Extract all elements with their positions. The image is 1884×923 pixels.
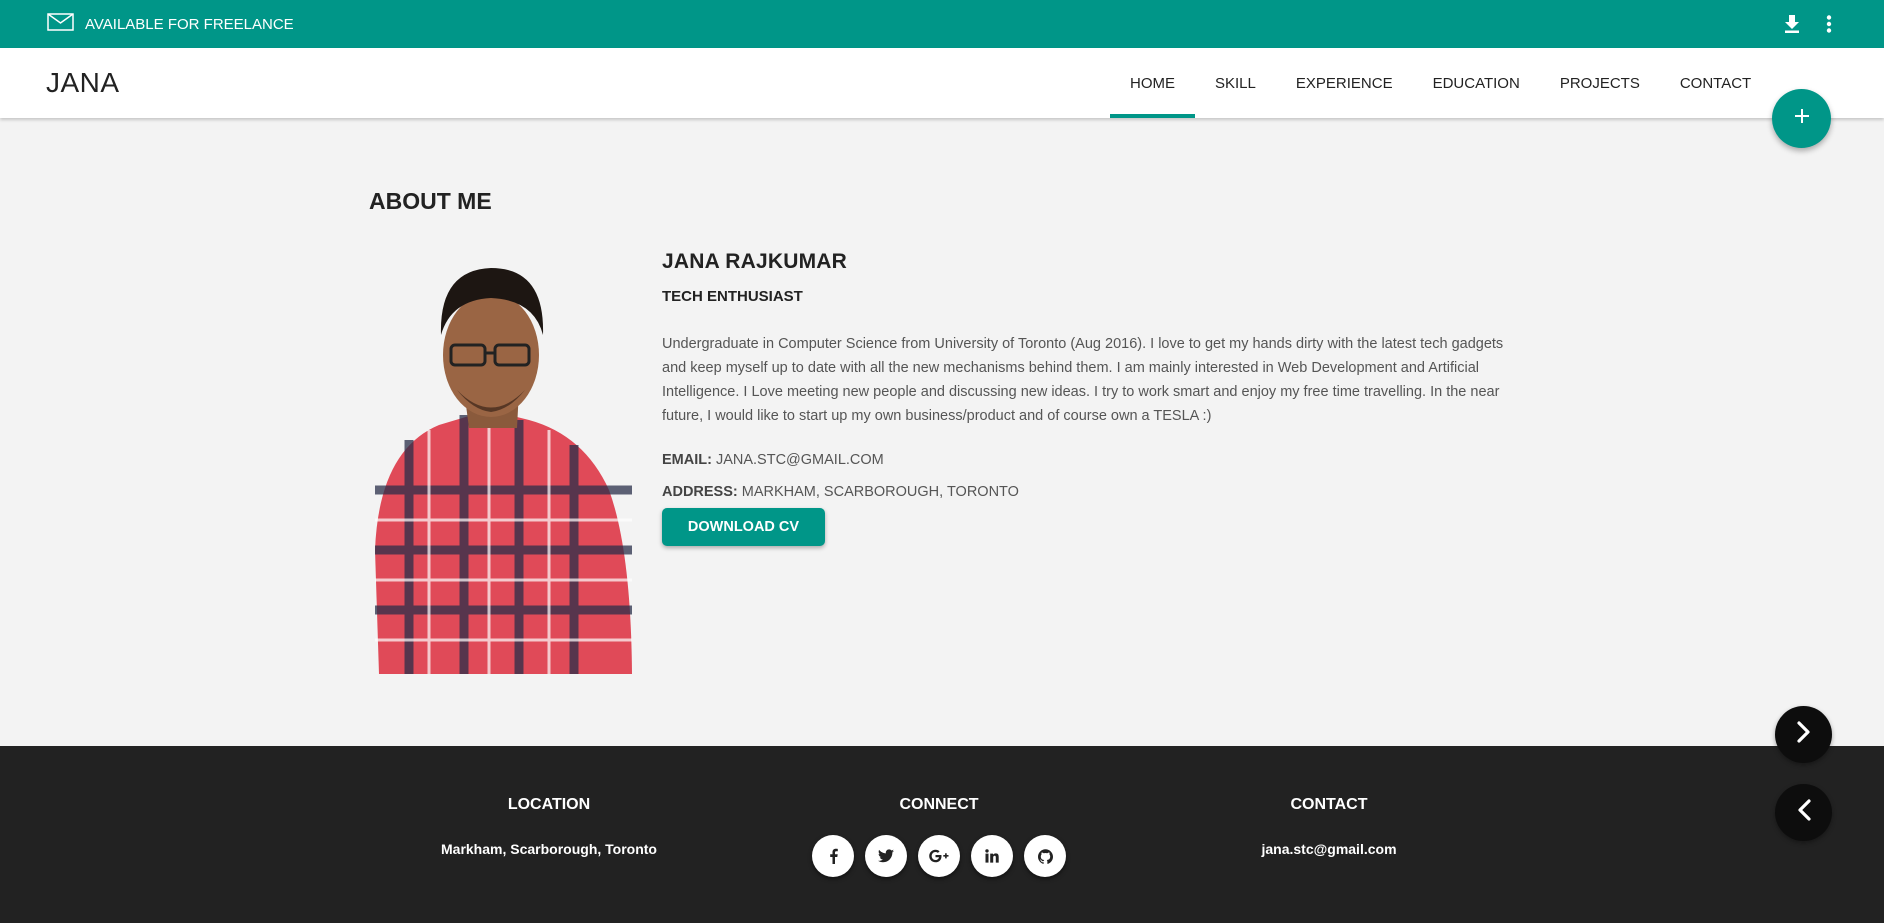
- address-value: MARKHAM, SCARBOROUGH, TORONTO: [741, 484, 1019, 500]
- section-title: ABOUT ME: [369, 188, 492, 214]
- chevron-left-icon: [1797, 799, 1811, 826]
- brand-logo[interactable]: JANA: [46, 48, 120, 118]
- about-info: JANA RAJKUMAR TECH ENTHUSIAST Undergradu…: [662, 250, 1518, 546]
- footer-location-value: Markham, Scarborough, Toronto: [441, 841, 657, 857]
- freelance-label: AVAILABLE FOR FREELANCE: [85, 15, 294, 33]
- next-section-button[interactable]: [1775, 706, 1832, 763]
- twitter-icon[interactable]: [865, 835, 907, 877]
- nav-item-projects[interactable]: PROJECTS: [1540, 48, 1660, 118]
- profile-photo: [369, 250, 632, 674]
- main-navbar: JANA HOME SKILL EXPERIENCE EDUCATION PRO…: [0, 48, 1884, 118]
- footer-contact-title: CONTACT: [1290, 796, 1368, 813]
- email-value: JANA.STC@GMAIL.COM: [715, 452, 884, 468]
- nav-item-contact[interactable]: CONTACT: [1660, 48, 1771, 118]
- top-bar: AVAILABLE FOR FREELANCE: [0, 0, 1884, 48]
- mail-icon: [47, 13, 74, 35]
- google-plus-icon[interactable]: [918, 835, 960, 877]
- nav-item-skill[interactable]: SKILL: [1195, 48, 1276, 118]
- more-vert-icon[interactable]: [1826, 15, 1832, 33]
- page-footer: LOCATION Markham, Scarborough, Toronto C…: [0, 746, 1884, 923]
- nav-item-home[interactable]: HOME: [1110, 48, 1195, 118]
- freelance-status: AVAILABLE FOR FREELANCE: [47, 0, 294, 48]
- footer-connect-title: CONNECT: [899, 796, 979, 813]
- footer-contact-value: jana.stc@gmail.com: [1261, 841, 1397, 857]
- footer-location: LOCATION Markham, Scarborough, Toronto: [399, 746, 699, 857]
- github-icon[interactable]: [1024, 835, 1066, 877]
- social-links: [789, 835, 1089, 877]
- address-label: ADDRESS:: [662, 484, 738, 500]
- download-cv-button[interactable]: DOWNLOAD CV: [662, 508, 825, 546]
- nav-item-education[interactable]: EDUCATION: [1413, 48, 1540, 118]
- chevron-right-icon: [1796, 721, 1811, 748]
- nav-item-experience[interactable]: EXPERIENCE: [1276, 48, 1413, 118]
- prev-section-button[interactable]: [1775, 784, 1832, 841]
- address-line: ADDRESS: MARKHAM, SCARBOROUGH, TORONTO: [662, 484, 1518, 500]
- footer-location-title: LOCATION: [507, 796, 591, 813]
- footer-contact: CONTACT jana.stc@gmail.com: [1179, 746, 1479, 857]
- profile-bio: Undergraduate in Computer Science from U…: [662, 336, 1504, 424]
- linkedin-icon[interactable]: [971, 835, 1013, 877]
- profile-subtitle: TECH ENTHUSIAST: [662, 288, 803, 305]
- plus-icon: [1794, 108, 1810, 129]
- add-fab-button[interactable]: [1772, 89, 1831, 148]
- facebook-icon[interactable]: [812, 835, 854, 877]
- download-icon[interactable]: [1784, 15, 1800, 33]
- email-label: EMAIL:: [662, 452, 712, 468]
- profile-name: JANA RAJKUMAR: [662, 250, 847, 273]
- email-line: EMAIL: JANA.STC@GMAIL.COM: [662, 452, 1518, 468]
- footer-connect: CONNECT: [789, 746, 1089, 877]
- nav-menu: HOME SKILL EXPERIENCE EDUCATION PROJECTS…: [1110, 48, 1771, 118]
